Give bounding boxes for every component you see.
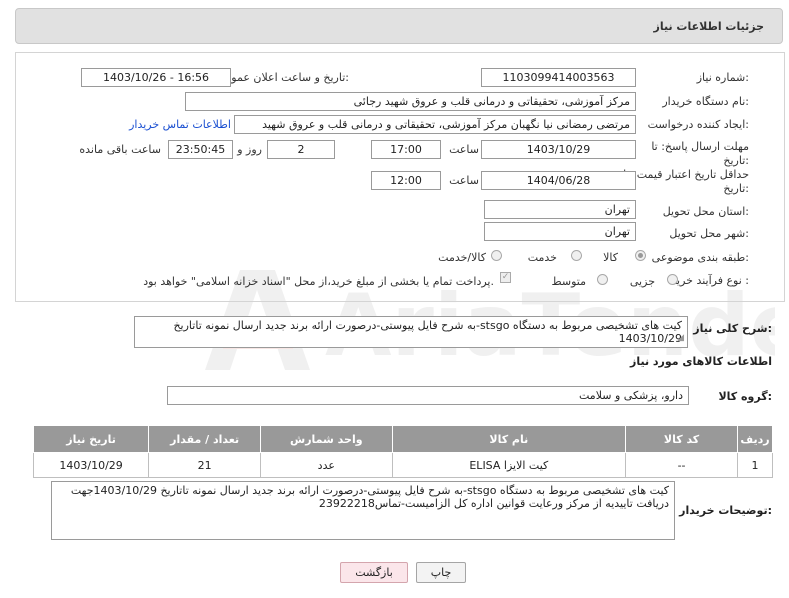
col-code: کد کالا — [625, 425, 738, 453]
days-remaining-field[interactable]: 2 — [267, 140, 335, 159]
category-label: طبقه بندی موضوعی: — [651, 251, 749, 264]
goods-table-header: ردیف کد کالا نام کالا واحد شمارش تعداد /… — [32, 425, 773, 453]
back-button[interactable]: بازگشت — [340, 562, 408, 583]
resize-grip-icon[interactable]: ◢ — [677, 332, 684, 345]
cell-row: 1 — [737, 452, 773, 478]
cell-date: 1403/10/29 — [32, 452, 150, 478]
validity-time-field[interactable]: 12:00 — [371, 171, 441, 190]
print-button[interactable]: چاپ — [416, 562, 466, 583]
validity-time-label: ساعت — [449, 174, 479, 187]
cell-name: کیت الایزا ELISA — [391, 452, 627, 478]
process-label: نوع فرآیند خرید : — [671, 274, 749, 287]
creator-label: ایجاد کننده درخواست: — [647, 118, 749, 131]
col-row: ردیف — [737, 425, 773, 453]
process-option-medium: متوسط — [551, 275, 586, 288]
description-text: کیت های تشخیصی مربوط به دستگاه stsgo-به … — [173, 319, 682, 345]
category-radio-goods[interactable] — [635, 250, 646, 261]
buyer-field[interactable]: مرکز آموزشی، تحقیقاتی و درمانی قلب و عرو… — [185, 92, 636, 111]
province-field[interactable]: تهران — [484, 200, 636, 219]
city-label: شهر محل تحویل: — [669, 227, 749, 240]
category-radio-goods-service[interactable] — [491, 250, 502, 261]
deadline-label: مهلت ارسال پاسخ: تا — [651, 140, 749, 153]
description-textarea[interactable]: کیت های تشخیصی مربوط به دستگاه stsgo-به … — [134, 316, 688, 348]
deadline-time-label: ساعت — [449, 143, 479, 156]
need-number-label: شماره نیاز: — [696, 71, 749, 84]
creator-field[interactable]: مرتضی رمضانی نیا نگهبان مرکز آموزشی، تحق… — [234, 115, 636, 134]
category-radio-service[interactable] — [571, 250, 582, 261]
treasury-payment-note: پرداخت تمام یا بخشی از مبلغ خرید،از محل … — [143, 275, 494, 288]
table-row[interactable]: 1 -- کیت الایزا ELISA عدد 21 1403/10/29 — [32, 452, 773, 478]
col-unit: واحد شمارش — [260, 425, 393, 453]
deadline-date-field[interactable]: 1403/10/29 — [481, 140, 636, 159]
category-option-goods-service: کالا/خدمت — [438, 251, 486, 264]
category-option-service: خدمت — [527, 251, 557, 264]
announce-datetime-field[interactable]: 1403/10/26 - 16:56 — [81, 68, 231, 87]
col-qty: تعداد / مقدار — [148, 425, 262, 453]
category-option-goods: کالا — [603, 251, 618, 264]
process-radio-minor[interactable] — [667, 274, 678, 285]
cell-qty: 21 — [148, 452, 262, 478]
validity-label: حداقل تاریخ اعتبار قیمت: تا — [623, 168, 749, 181]
validity-date-field[interactable]: 1404/06/28 — [481, 171, 636, 190]
description-label: شرح کلی نیاز: — [693, 322, 772, 335]
buyer-notes-text: کیت های تشخیصی مربوط به دستگاه stsgo-به … — [70, 484, 669, 510]
buyer-notes-label: توضیحات خریدار: — [679, 504, 772, 517]
goods-section-title: اطلاعات کالاهای مورد نیاز — [630, 355, 772, 368]
deadline-date-label: تاریخ: — [723, 154, 749, 167]
remaining-time-field[interactable]: 23:50:45 — [168, 140, 233, 159]
goods-group-field[interactable]: دارو، پزشکی و سلامت — [167, 386, 689, 405]
days-label: روز و — [237, 143, 262, 156]
cell-code: -- — [625, 452, 738, 478]
treasury-payment-checkbox[interactable]: ✓ — [500, 272, 511, 283]
validity-date-label: تاریخ: — [723, 182, 749, 195]
process-option-minor: جزیی — [629, 275, 655, 288]
col-name: نام کالا — [391, 425, 627, 453]
need-number-field[interactable]: 1103099414003563 — [481, 68, 636, 87]
goods-table: ردیف کد کالا نام کالا واحد شمارش تعداد /… — [32, 425, 773, 478]
page-header: جزئیات اطلاعات نیاز — [15, 8, 783, 44]
buyer-label: نام دستگاه خریدار: — [662, 95, 749, 108]
page-title: جزئیات اطلاعات نیاز — [653, 20, 765, 33]
col-date: تاریخ نیاز — [32, 425, 150, 453]
city-field[interactable]: تهران — [484, 222, 636, 241]
goods-group-label: گروه کالا: — [718, 390, 772, 403]
province-label: استان محل تحویل: — [662, 205, 749, 218]
buyer-notes-textarea[interactable]: کیت های تشخیصی مربوط به دستگاه stsgo-به … — [51, 481, 675, 540]
remaining-label: ساعت باقی مانده — [79, 143, 161, 156]
buyer-contact-link[interactable]: اطلاعات تماس خریدار — [129, 118, 231, 131]
announce-label: تاریخ و ساعت اعلان عمومی: — [216, 71, 349, 84]
deadline-time-field[interactable]: 17:00 — [371, 140, 441, 159]
cell-unit: عدد — [260, 452, 393, 478]
process-radio-medium[interactable] — [597, 274, 608, 285]
